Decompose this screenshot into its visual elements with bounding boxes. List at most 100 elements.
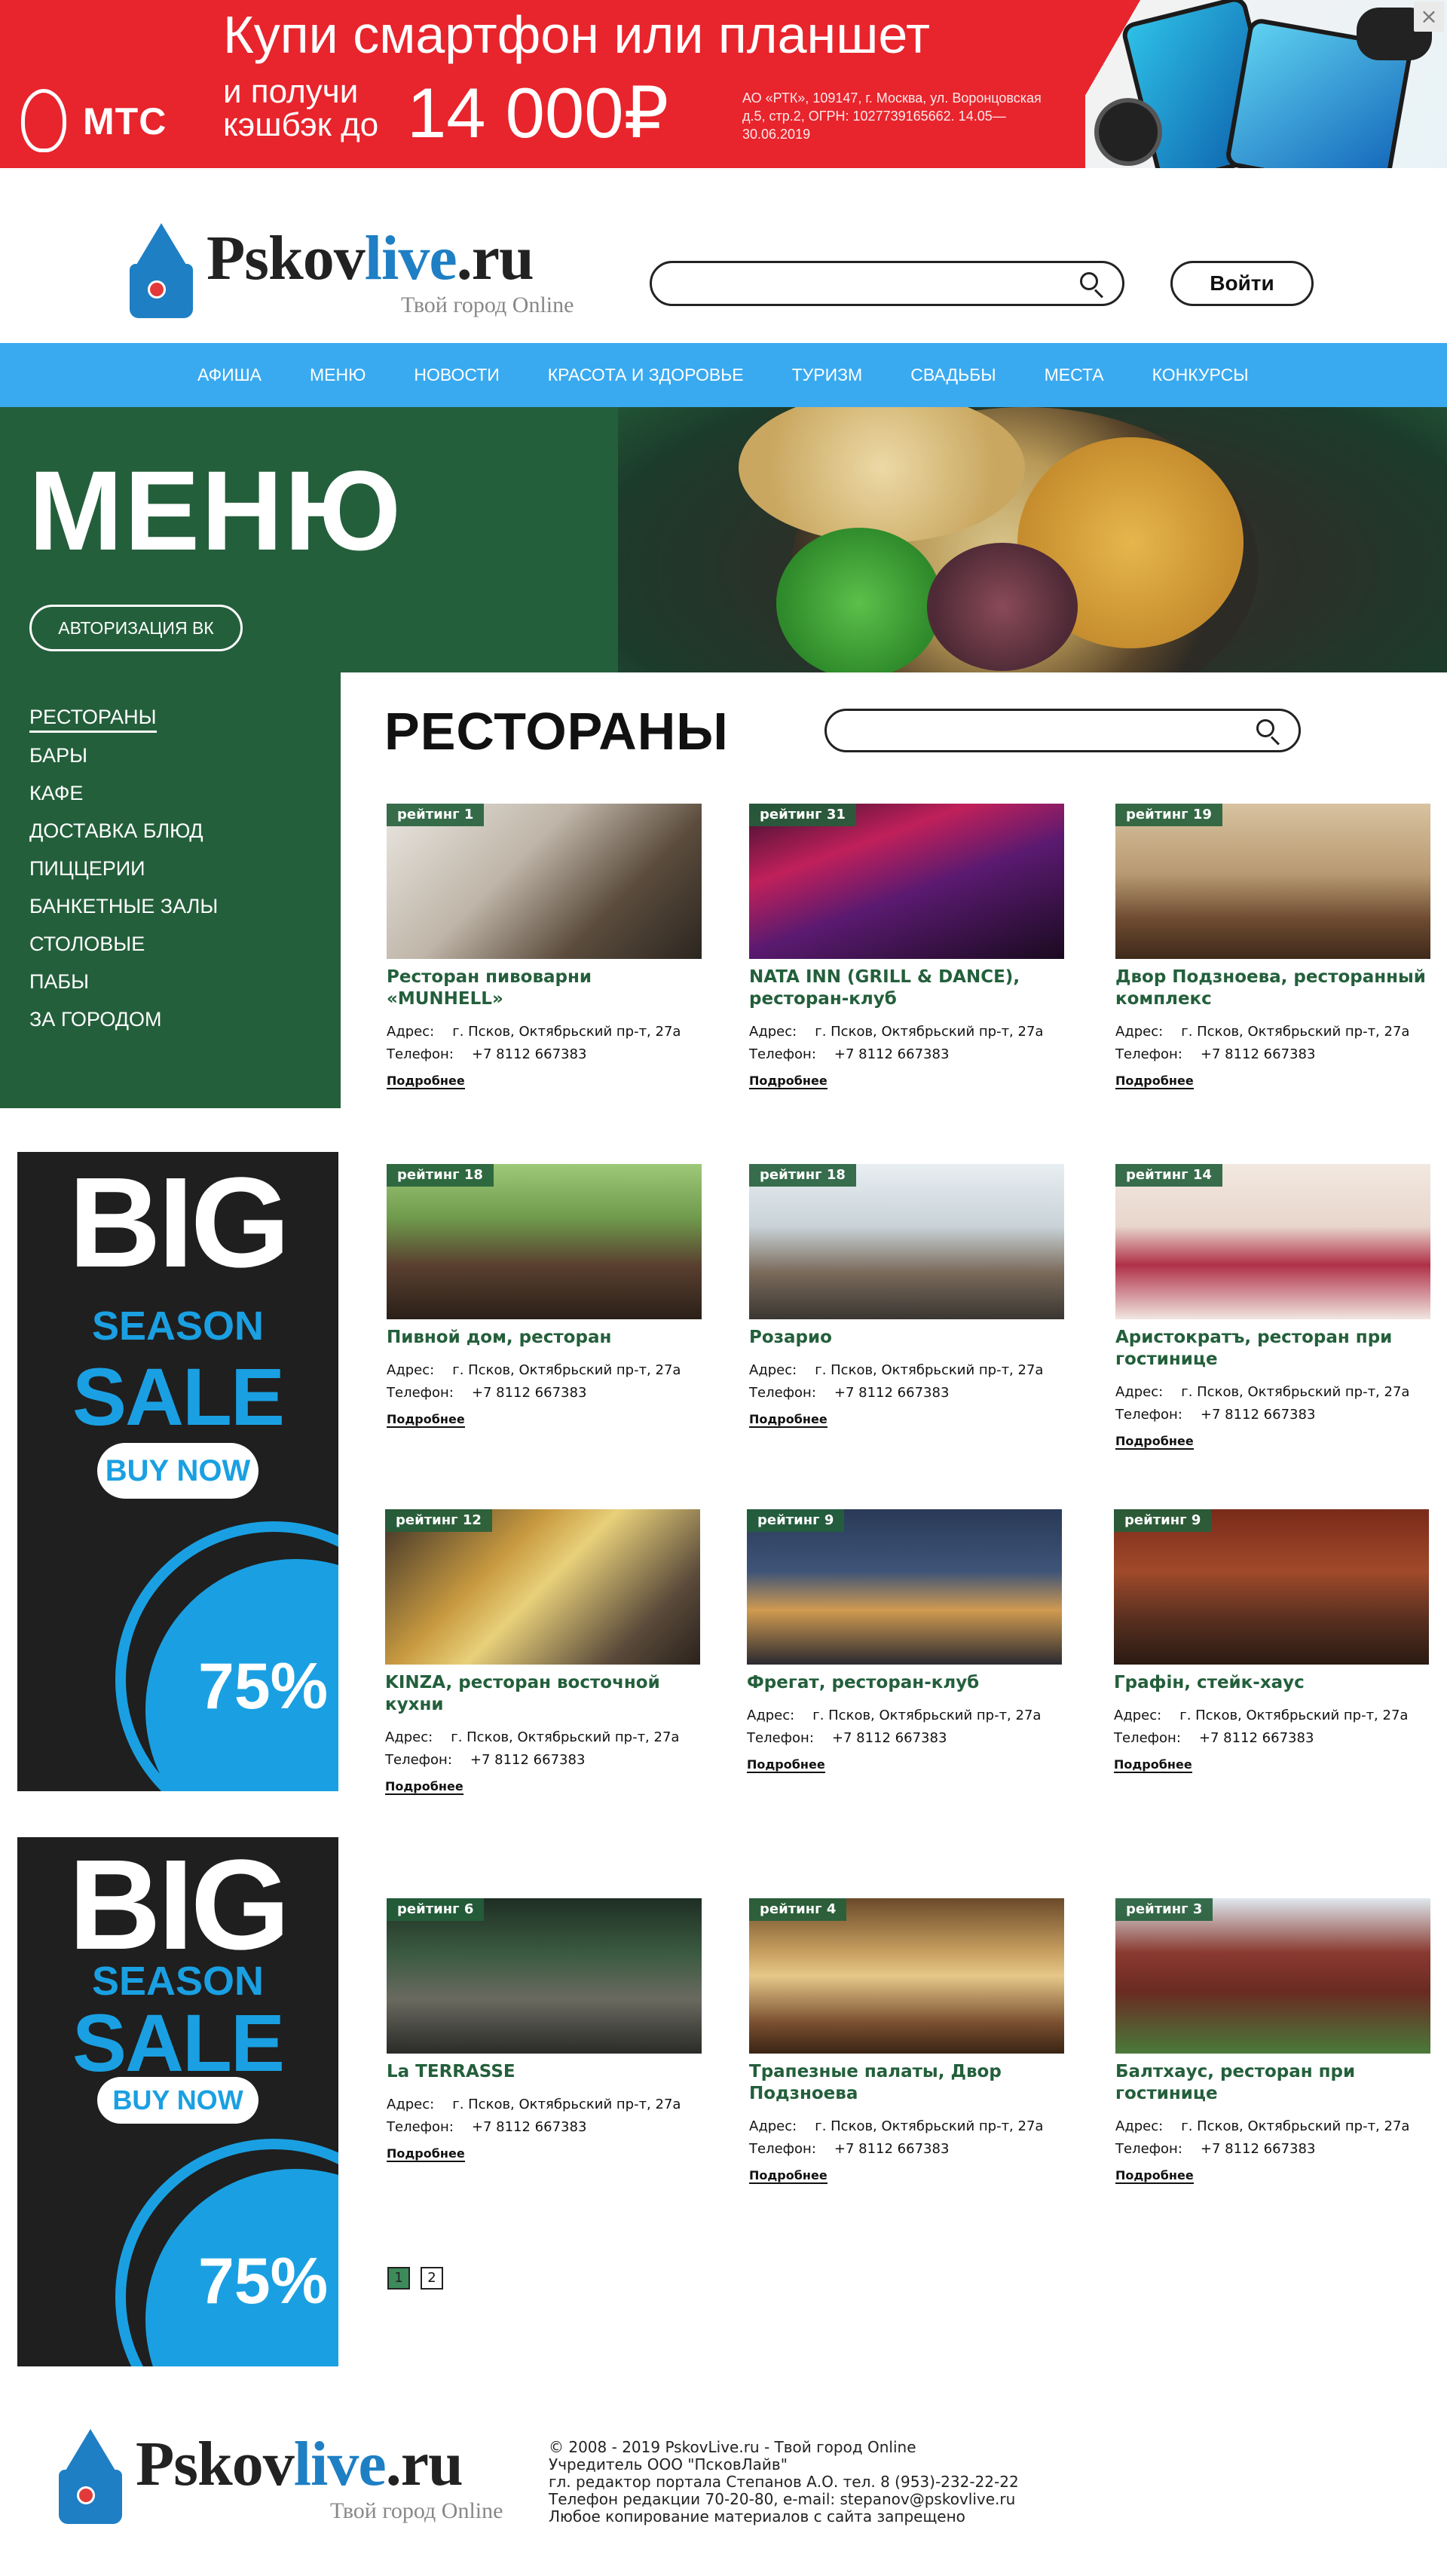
restaurant-card[interactable]: рейтинг 12 KINZA, ресторан восточной кух…	[385, 1509, 702, 1795]
page-title: РЕСТОРАНЫ	[384, 702, 729, 761]
restaurant-photo[interactable]: рейтинг 3	[1115, 1898, 1430, 2054]
login-button[interactable]: Войти	[1170, 261, 1314, 306]
more-link[interactable]: Подробнее	[1115, 1074, 1194, 1089]
nav-item-afisha[interactable]: АФИША	[197, 365, 262, 385]
restaurant-photo[interactable]: рейтинг 31	[749, 804, 1064, 959]
phone-label: Телефон:	[1114, 1730, 1181, 1746]
more-link[interactable]: Подробнее	[749, 1412, 828, 1428]
nav-item-tourism[interactable]: ТУРИЗМ	[792, 365, 863, 385]
rating-badge: рейтинг 19	[1115, 804, 1222, 826]
restaurant-name[interactable]: Аристократъ, ресторан при гостинице	[1115, 1327, 1432, 1371]
sidebar-item-pizzeria[interactable]: ПИЦЦЕРИИ	[29, 857, 341, 881]
more-link[interactable]: Подробнее	[1115, 1434, 1194, 1450]
restaurant-card[interactable]: рейтинг 1 Ресторан пивоварни «MUNHELL» А…	[387, 804, 703, 1089]
more-link[interactable]: Подробнее	[387, 1074, 465, 1089]
footer-logo[interactable]: Pskovlive.ru Твой город Online	[54, 2421, 544, 2535]
address-value: г. Псков, Октябрьский пр-т, 27а	[452, 1362, 681, 1378]
phone-value: +7 8112 667383	[470, 1752, 586, 1768]
restaurant-card[interactable]: рейтинг 4 Трапезные палаты, Двор Подзное…	[749, 1898, 1066, 2184]
more-link[interactable]: Подробнее	[1115, 2168, 1194, 2184]
hero-figs-image	[927, 543, 1078, 671]
vk-auth-button[interactable]: АВТОРИЗАЦИЯ ВК	[29, 605, 243, 651]
sidebar-item-delivery[interactable]: ДОСТАВКА БЛЮД	[29, 819, 341, 843]
close-icon[interactable]: ×	[1414, 2, 1444, 32]
site-logo[interactable]: Pskovlive.ru Твой город Online	[125, 216, 592, 329]
banner-devices-image	[1085, 0, 1447, 168]
restaurant-photo[interactable]: рейтинг 4	[749, 1898, 1064, 2054]
more-link[interactable]: Подробнее	[747, 1757, 825, 1773]
restaurant-photo[interactable]: рейтинг 6	[387, 1898, 702, 2054]
restaurant-name[interactable]: Пивной дом, ресторан	[387, 1327, 703, 1349]
ad-buy-now-button[interactable]: BUY NOW	[97, 1443, 259, 1499]
restaurant-card[interactable]: рейтинг 6 La TERRASSE Адрес: г. Псков, Ок…	[387, 1898, 703, 2162]
restaurant-name[interactable]: Ресторан пивоварни «MUNHELL»	[387, 966, 703, 1010]
restaurant-photo[interactable]: рейтинг 9	[747, 1509, 1062, 1665]
restaurant-card[interactable]: рейтинг 9 Графiн, стейк-хаус Адрес: г. Пс…	[1114, 1509, 1430, 1773]
more-link[interactable]: Подробнее	[387, 1412, 465, 1428]
restaurant-card[interactable]: рейтинг 14 Аристократъ, ресторан при гос…	[1115, 1164, 1432, 1450]
restaurant-photo[interactable]: рейтинг 19	[1115, 804, 1430, 959]
ad-buy-now-button[interactable]: BUY NOW	[97, 2077, 259, 2124]
sidebar-item-pubs[interactable]: ПАБЫ	[29, 970, 341, 994]
rating-badge: рейтинг 18	[387, 1164, 494, 1187]
restaurant-card[interactable]: рейтинг 18 Розарио Адрес: г. Псков, Октяб…	[749, 1164, 1066, 1428]
restaurant-photo[interactable]: рейтинг 18	[749, 1164, 1064, 1319]
nav-item-places[interactable]: МЕСТА	[1045, 365, 1104, 385]
sidebar-item-restaurants[interactable]: РЕСТОРАНЫ	[29, 706, 157, 733]
restaurant-card[interactable]: рейтинг 18 Пивной дом, ресторан Адрес: г.…	[387, 1164, 703, 1428]
nav-item-news[interactable]: НОВОСТИ	[414, 365, 499, 385]
restaurant-card[interactable]: рейтинг 3 Балтхаус, ресторан при гостини…	[1115, 1898, 1432, 2184]
top-ad-banner[interactable]: МТС Купи смартфон или планшет и получи к…	[0, 0, 1447, 168]
sidebar-item-canteens[interactable]: СТОЛОВЫЕ	[29, 933, 341, 956]
restaurant-card[interactable]: рейтинг 31 NATA INN (GRILL & DANCE), рес…	[749, 804, 1066, 1089]
nav-item-contests[interactable]: КОНКУРСЫ	[1152, 365, 1249, 385]
nav-item-weddings[interactable]: СВАДЬБЫ	[910, 365, 996, 385]
address-label: Адрес:	[749, 1024, 797, 1040]
header-search-input[interactable]	[652, 263, 1052, 304]
restaurant-photo[interactable]: рейтинг 14	[1115, 1164, 1430, 1319]
address-label: Адрес:	[385, 1729, 433, 1745]
nav-item-menu[interactable]: МЕНЮ	[310, 365, 366, 385]
more-link[interactable]: Подробнее	[1114, 1757, 1192, 1773]
restaurant-card[interactable]: рейтинг 19 Двор Подзноева, ресторанный к…	[1115, 804, 1432, 1089]
restaurant-name[interactable]: Двор Подзноева, ресторанный комплекс	[1115, 966, 1432, 1010]
sidebar-item-bars[interactable]: БАРЫ	[29, 744, 341, 767]
footer-copyright: © 2008 - 2019 PskovLive.ru - Твой город …	[549, 2438, 916, 2456]
nav-item-beauty[interactable]: КРАСОТА И ЗДОРОВЬЕ	[548, 365, 744, 385]
restaurant-name[interactable]: Трапезные палаты, Двор Подзноева	[749, 2061, 1066, 2105]
restaurant-photo[interactable]: рейтинг 1	[387, 804, 702, 959]
phone-label: Телефон:	[1115, 1407, 1182, 1423]
sale-ad-1[interactable]: BIG SEASON SALE BUY NOW 75%	[17, 1152, 338, 1791]
address-value: г. Псков, Октябрьский пр-т, 27а	[812, 1708, 1042, 1723]
page-2-button[interactable]: 2	[421, 2267, 443, 2290]
search-icon[interactable]	[1256, 719, 1282, 746]
restaurant-card[interactable]: рейтинг 9 Фрегат, ресторан-клуб Адрес: г.…	[747, 1509, 1063, 1773]
restaurant-name[interactable]: Фрегат, ресторан-клуб	[747, 1672, 1063, 1694]
more-link[interactable]: Подробнее	[387, 2146, 465, 2162]
restaurant-photo[interactable]: рейтинг 9	[1114, 1509, 1429, 1665]
hero-title: МЕНЮ	[29, 447, 403, 574]
footer-info: © 2008 - 2019 PskovLive.ru - Твой город …	[549, 2439, 1019, 2525]
hero-greens-image	[776, 528, 942, 672]
restaurant-name[interactable]: La TERRASSE	[387, 2061, 703, 2083]
sidebar-item-cafe[interactable]: КАФЕ	[29, 782, 341, 805]
restaurant-name[interactable]: NATA INN (GRILL & DANCE), ресторан-клуб	[749, 966, 1066, 1010]
more-link[interactable]: Подробнее	[749, 2168, 828, 2184]
sale-ad-2[interactable]: BIG SEASON SALE BUY NOW 75%	[17, 1837, 338, 2366]
address-value: г. Псков, Октябрьский пр-т, 27а	[1181, 1384, 1410, 1400]
restaurant-name[interactable]: Балтхаус, ресторан при гостинице	[1115, 2061, 1432, 2105]
restaurant-search-input[interactable]	[827, 711, 1228, 750]
sidebar-item-banquet[interactable]: БАНКЕТНЫЕ ЗАЛЫ	[29, 895, 341, 918]
more-link[interactable]: Подробнее	[749, 1074, 828, 1089]
sidebar-item-countryside[interactable]: ЗА ГОРОДОМ	[29, 1008, 341, 1031]
restaurant-name[interactable]: Розарио	[749, 1327, 1066, 1349]
mts-logo: МТС	[21, 89, 172, 152]
footer-contacts: Телефон редакции 70-20-80, e-mail: stepa…	[549, 2490, 1016, 2508]
search-icon[interactable]	[1080, 272, 1106, 299]
restaurant-name[interactable]: KINZA, ресторан восточной кухни	[385, 1672, 702, 1716]
more-link[interactable]: Подробнее	[385, 1779, 463, 1795]
restaurant-name[interactable]: Графiн, стейк-хаус	[1114, 1672, 1430, 1694]
page-1-button[interactable]: 1	[387, 2267, 410, 2290]
restaurant-photo[interactable]: рейтинг 18	[387, 1164, 702, 1319]
restaurant-photo[interactable]: рейтинг 12	[385, 1509, 700, 1665]
